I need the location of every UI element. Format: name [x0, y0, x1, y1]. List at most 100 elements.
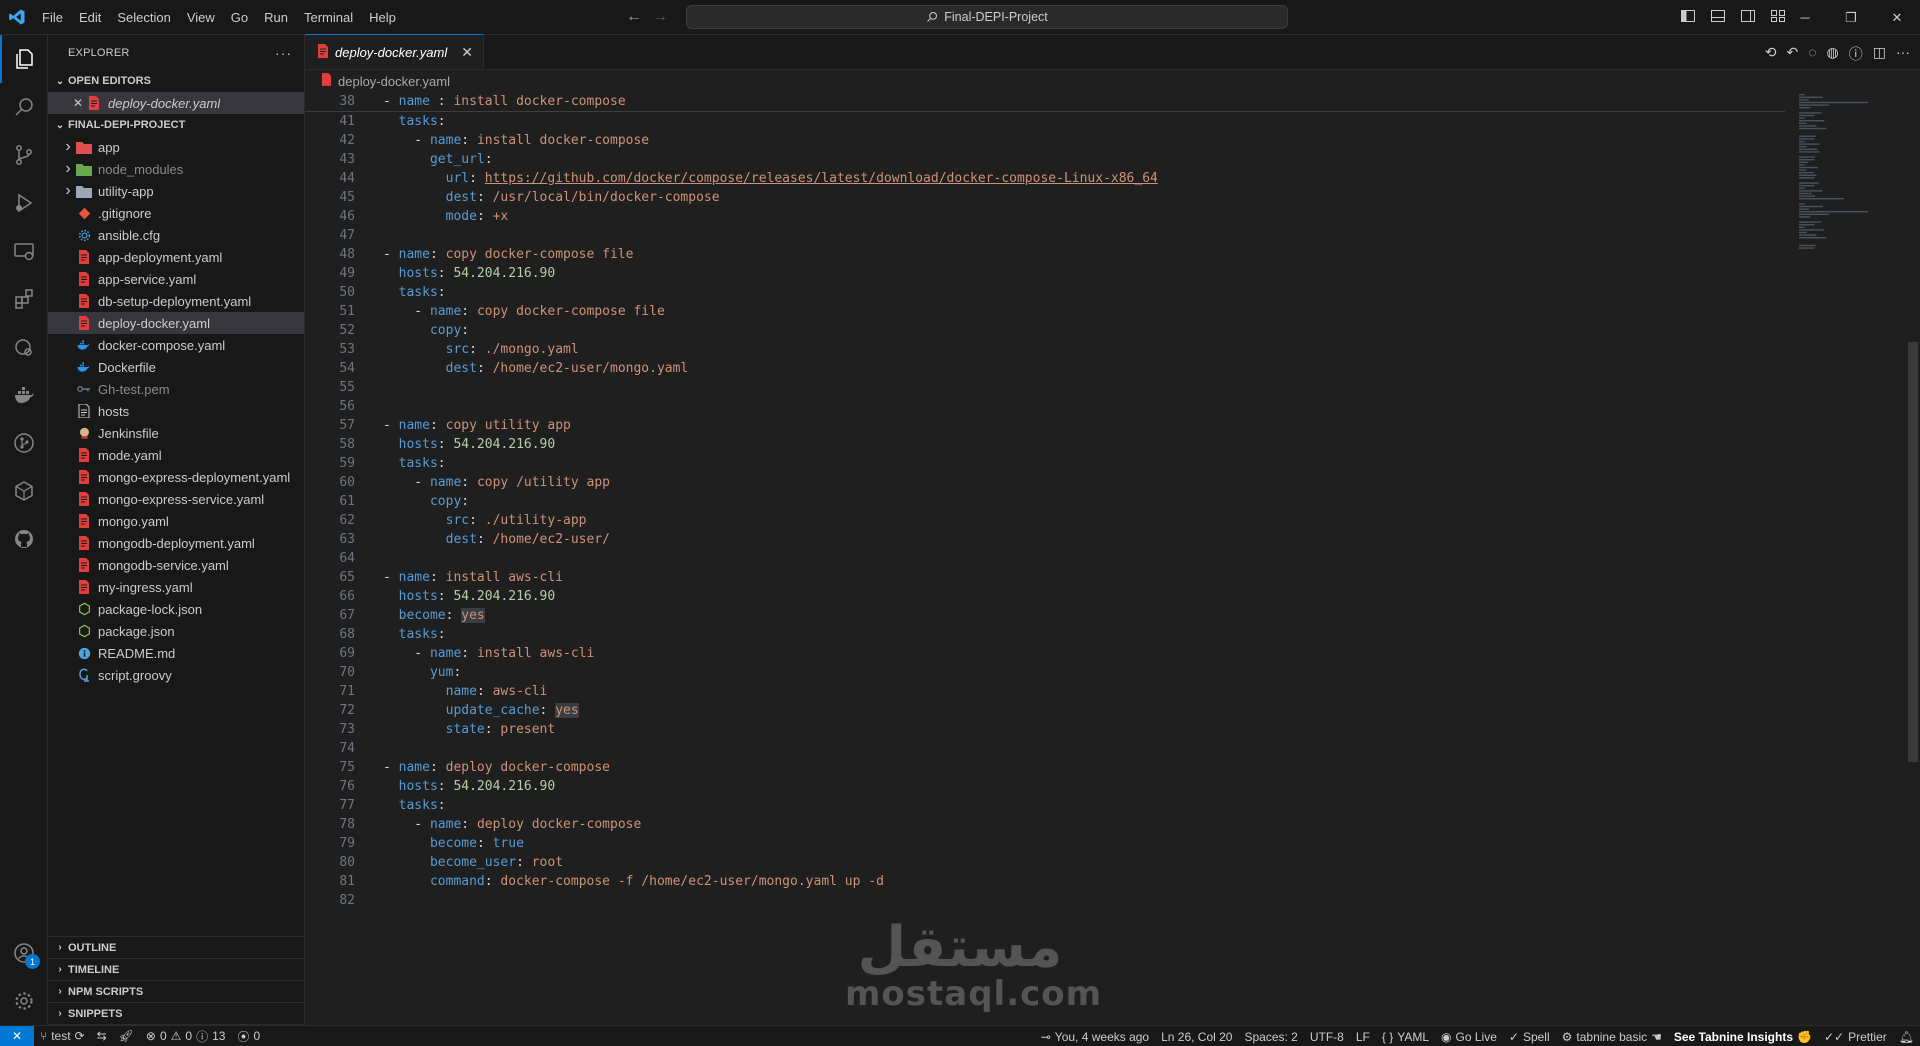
minimap[interactable]: [1795, 92, 1905, 292]
code-line[interactable]: 73 state: present: [305, 720, 1158, 739]
code-line[interactable]: 78 - name: deploy docker-compose: [305, 815, 1158, 834]
code-line[interactable]: 74: [305, 739, 1158, 758]
code-line[interactable]: 71 name: aws-cli: [305, 682, 1158, 701]
split-editor-icon[interactable]: ◫: [1873, 44, 1886, 64]
menu-view[interactable]: View: [179, 0, 223, 35]
docker-activity[interactable]: [0, 371, 48, 419]
end-of-line[interactable]: LF: [1350, 1030, 1376, 1044]
code-line[interactable]: 69 - name: install aws-cli: [305, 644, 1158, 663]
branch-status[interactable]: ⑂ test ⟳: [34, 1029, 91, 1043]
history-icon[interactable]: ⟲: [1765, 44, 1777, 64]
file-item[interactable]: docker-compose.yaml: [48, 334, 304, 356]
code-line[interactable]: 44 url: https://github.com/docker/compos…: [305, 169, 1158, 188]
problems-status[interactable]: ⊗ 0 ⚠ 0 ⓘ 13: [140, 1028, 232, 1045]
file-item[interactable]: package.json: [48, 620, 304, 642]
search-activity[interactable]: [0, 83, 48, 131]
sync-icon[interactable]: ⟳: [75, 1029, 85, 1043]
code-line[interactable]: 59 tasks:: [305, 454, 1158, 473]
tab-deploy-docker[interactable]: deploy-docker.yaml ✕: [305, 34, 484, 69]
gitlens-status[interactable]: ⇆: [91, 1029, 113, 1043]
code-line[interactable]: 77 tasks:: [305, 796, 1158, 815]
run-debug-activity[interactable]: [0, 179, 48, 227]
tabnine-status[interactable]: ⚙ tabnine basic ☚: [1556, 1030, 1668, 1044]
file-item[interactable]: Jenkinsfile: [48, 422, 304, 444]
code-line[interactable]: 82: [305, 891, 1158, 910]
file-item[interactable]: app-deployment.yaml: [48, 246, 304, 268]
folder-item[interactable]: › node_modules: [48, 158, 304, 180]
code-line[interactable]: 55: [305, 378, 1158, 397]
code-line[interactable]: 75 - name: deploy docker-compose: [305, 758, 1158, 777]
breadcrumb-file[interactable]: deploy-docker.yaml: [338, 74, 450, 89]
tabnine-insights[interactable]: See Tabnine Insights ✊: [1668, 1030, 1818, 1044]
close-tab-icon[interactable]: ✕: [461, 44, 473, 61]
code-line[interactable]: 58 hosts: 54.204.216.90: [305, 435, 1158, 454]
code-line[interactable]: 81 command: docker-compose -f /home/ec2-…: [305, 872, 1158, 891]
file-item[interactable]: mongo.yaml: [48, 510, 304, 532]
code-line[interactable]: 50 tasks:: [305, 283, 1158, 302]
file-item[interactable]: mongo-express-service.yaml: [48, 488, 304, 510]
minimize-icon[interactable]: ─: [1782, 0, 1828, 35]
menu-edit[interactable]: Edit: [71, 0, 109, 35]
file-item[interactable]: app-service.yaml: [48, 268, 304, 290]
more-actions-icon[interactable]: ···: [275, 45, 292, 61]
timeline-section[interactable]: › TIMELINE: [48, 959, 304, 981]
spell-status[interactable]: ✓ Spell: [1503, 1030, 1556, 1044]
accounts-activity[interactable]: 1: [0, 929, 48, 977]
manage-activity[interactable]: [0, 977, 48, 1025]
code-line[interactable]: 57 - name: copy utility app: [305, 416, 1158, 435]
open-editor-item[interactable]: ✕ deploy-docker.yaml: [48, 92, 304, 114]
code-line[interactable]: 61 copy:: [305, 492, 1158, 511]
folder-item[interactable]: › utility-app: [48, 180, 304, 202]
code-line[interactable]: 67 become: yes: [305, 606, 1158, 625]
project-section[interactable]: ⌄ FINAL-DEPI-PROJECT: [48, 114, 304, 136]
file-item[interactable]: mode.yaml: [48, 444, 304, 466]
file-item[interactable]: Dockerfile: [48, 356, 304, 378]
cursor-position[interactable]: Ln 26, Col 20: [1155, 1030, 1238, 1044]
command-center[interactable]: Final-DEPI-Project: [686, 5, 1288, 29]
open-editors-section[interactable]: ⌄ OPEN EDITORS: [48, 70, 304, 92]
code-line[interactable]: 70 yum:: [305, 663, 1158, 682]
explorer-activity[interactable]: [0, 35, 48, 83]
language-mode[interactable]: { } YAML: [1376, 1030, 1435, 1044]
code-line[interactable]: 41 tasks:: [305, 112, 1158, 131]
file-item[interactable]: ansible.cfg: [48, 224, 304, 246]
code-line[interactable]: 46 mode: +x: [305, 207, 1158, 226]
code-line[interactable]: 64: [305, 549, 1158, 568]
file-item[interactable]: package-lock.json: [48, 598, 304, 620]
more-actions-icon[interactable]: ···: [1896, 44, 1910, 64]
vertical-scrollbar[interactable]: [1906, 92, 1920, 1025]
extensions-activity[interactable]: [0, 275, 48, 323]
code-line[interactable]: 45 dest: /usr/local/bin/docker-compose: [305, 188, 1158, 207]
toggle-secondary-sidebar-icon[interactable]: [1740, 8, 1756, 24]
file-item[interactable]: my-ingress.yaml: [48, 576, 304, 598]
folder-item[interactable]: › app: [48, 136, 304, 158]
previous-change-icon[interactable]: ◌: [1808, 44, 1816, 64]
code-line[interactable]: 49 hosts: 54.204.216.90: [305, 264, 1158, 283]
code-line[interactable]: 79 become: true: [305, 834, 1158, 853]
source-control-activity[interactable]: [0, 131, 48, 179]
sticky-scroll-line[interactable]: 38 - name : install docker-compose: [305, 92, 1785, 112]
file-item[interactable]: mongodb-service.yaml: [48, 554, 304, 576]
testing-activity[interactable]: [0, 323, 48, 371]
code-line[interactable]: 43 get_url:: [305, 150, 1158, 169]
prettier-status[interactable]: ✓✓ Prettier: [1818, 1030, 1893, 1044]
menu-terminal[interactable]: Terminal: [296, 0, 361, 35]
snippets-section[interactable]: › SNIPPETS: [48, 1003, 304, 1025]
file-item[interactable]: hosts: [48, 400, 304, 422]
code-line[interactable]: 76 hosts: 54.204.216.90: [305, 777, 1158, 796]
code-line[interactable]: 51 - name: copy docker-compose file: [305, 302, 1158, 321]
encoding[interactable]: UTF-8: [1304, 1030, 1350, 1044]
file-item[interactable]: mongo-express-deployment.yaml: [48, 466, 304, 488]
ports-status[interactable]: ⦿ 0: [231, 1028, 266, 1045]
menu-run[interactable]: Run: [256, 0, 296, 35]
code-line[interactable]: 62 src: ./utility-app: [305, 511, 1158, 530]
code-line[interactable]: 56: [305, 397, 1158, 416]
code-line[interactable]: 65 - name: install aws-cli: [305, 568, 1158, 587]
forward-arrow-icon[interactable]: →: [652, 8, 668, 26]
menu-selection[interactable]: Selection: [109, 0, 178, 35]
file-item[interactable]: deploy-docker.yaml: [48, 312, 304, 334]
remote-indicator-icon[interactable]: ✕: [0, 1025, 34, 1046]
next-change-icon[interactable]: ◍: [1827, 44, 1839, 64]
scrollbar-thumb[interactable]: [1908, 342, 1918, 762]
remote-explorer-activity[interactable]: [0, 227, 48, 275]
